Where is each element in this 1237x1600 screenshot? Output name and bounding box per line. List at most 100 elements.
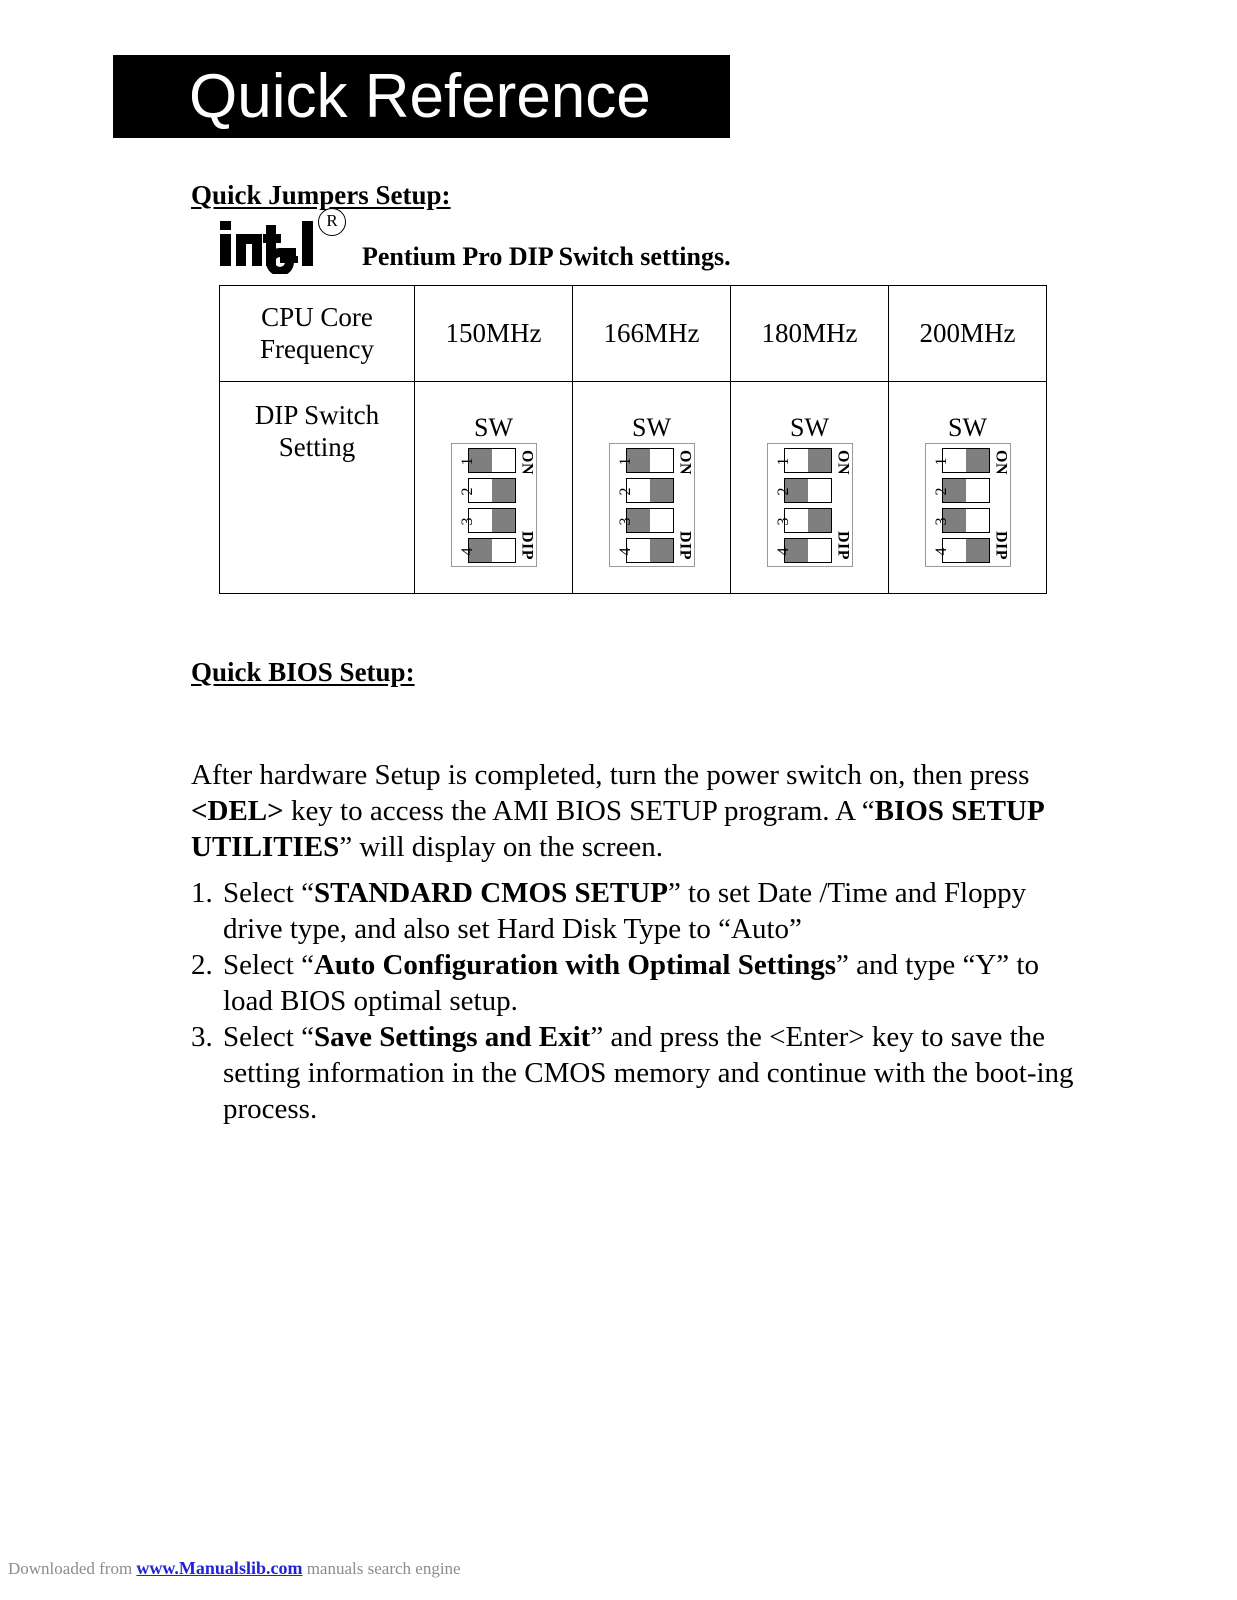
step-2-bold: Auto Configuration with Optimal Settings <box>313 949 837 981</box>
dip-half-right <box>491 448 515 472</box>
dip-on-label-166: ON <box>676 449 694 475</box>
sw-label-180: SW <box>790 412 829 442</box>
dip-half-right <box>491 509 515 533</box>
dip-half-right <box>965 448 989 472</box>
frequency-cell-150: 150MHz <box>414 285 573 382</box>
dip-switch-2: 2 <box>933 477 990 503</box>
dip-half-right <box>807 509 831 533</box>
intel-logo-icon <box>218 216 316 274</box>
dip-half-right <box>491 539 515 563</box>
dip-switch-diagram-150: SW 1 2 3 4 ON DIP <box>415 409 572 567</box>
section-heading-quick-jumpers-setup: Quick Jumpers Setup: <box>191 180 451 210</box>
dip-switch-number-1: 1 <box>458 457 476 465</box>
title-banner: Quick Reference <box>113 55 730 138</box>
footer-prefix: Downloaded from <box>8 1559 137 1578</box>
sw-label-166: SW <box>632 412 671 442</box>
step-1-bold: STANDARD CMOS SETUP <box>313 877 668 909</box>
dip-switch-4: 4 <box>617 538 674 564</box>
section-heading-quick-bios-setup: Quick BIOS Setup: <box>191 657 415 687</box>
dip-switch-number-2: 2 <box>458 487 476 496</box>
frequency-cell-180: 180MHz <box>730 285 889 382</box>
dip-switch-4: 4 <box>459 538 516 564</box>
sw-label-200: SW <box>948 412 987 442</box>
list-item: 2. Select “Auto Configuration with Optima… <box>191 947 1076 1019</box>
dip-switch-number-1: 1 <box>932 457 950 465</box>
step-3-pre: Select “ <box>223 1021 314 1053</box>
dip-switch-number-3: 3 <box>774 517 792 526</box>
dip-switch-diagram-180: SW 1 2 3 4 ON DIP <box>731 409 888 567</box>
dip-switch-1: 1 <box>459 447 516 473</box>
dip-half-right <box>649 539 673 563</box>
dip-dip-label-166: DIP <box>676 531 694 561</box>
dip-on-label-200: ON <box>992 449 1010 475</box>
dip-switch-number-4: 4 <box>932 547 950 556</box>
dip-switch-number-3: 3 <box>458 517 476 526</box>
dip-switch-number-3: 3 <box>932 517 950 526</box>
step-number-2: 2. <box>191 949 213 981</box>
dip-graphic-200: 1 2 3 4 ON DIP <box>924 442 1011 567</box>
table-row-frequency-header: CPU Core Frequency 150MHz 166MHz 180MHz … <box>219 285 1047 382</box>
step-1-pre: Select “ <box>223 877 314 909</box>
sw-label-150: SW <box>474 412 513 442</box>
dip-switch-2: 2 <box>775 477 832 503</box>
intro-bold-del: <DEL> <box>191 795 284 827</box>
step-2-pre: Select “ <box>223 949 314 981</box>
dip-on-label-180: ON <box>834 449 852 475</box>
step-number-3: 3. <box>191 1021 213 1053</box>
dip-half-right <box>807 539 831 563</box>
dip-settings-caption: Pentium Pro DIP Switch settings. <box>362 242 731 271</box>
dip-dip-label-200: DIP <box>992 531 1010 561</box>
list-item: 3. Select “Save Settings and Exit” and pr… <box>191 1019 1076 1127</box>
intro-text-part3: ” will display on the screen. <box>339 831 664 863</box>
dip-half-right <box>807 448 831 472</box>
dip-dip-label-180: DIP <box>834 531 852 561</box>
dip-dip-label-150: DIP <box>518 531 536 561</box>
dip-switch-4: 4 <box>775 538 832 564</box>
dip-graphic-180: 1 2 3 4 ON DIP <box>766 442 853 567</box>
footer: Downloaded from www.Manualslib.com manua… <box>8 1558 461 1579</box>
dip-switch-3: 3 <box>617 508 674 534</box>
dip-switch-number-1: 1 <box>774 457 792 465</box>
manualslib-link[interactable]: www.Manualslib.com <box>136 1558 302 1578</box>
dip-switch-number-4: 4 <box>458 547 476 556</box>
dip-switch-1: 1 <box>933 447 990 473</box>
dip-switch-number-4: 4 <box>616 547 634 556</box>
step-number-1: 1. <box>191 877 213 909</box>
dip-switch-diagram-166: SW 1 2 3 4 ON DIP <box>573 409 730 567</box>
dip-switch-cell-150: SW 1 2 3 4 ON DIP <box>414 381 573 594</box>
dip-switch-number-2: 2 <box>932 487 950 496</box>
dip-half-right <box>965 509 989 533</box>
dip-switch-number-2: 2 <box>616 487 634 496</box>
intel-logo-line: R Pentium Pro DIP Switch settings. <box>218 208 731 274</box>
dip-switch-number-2: 2 <box>774 487 792 496</box>
dip-switch-3: 3 <box>459 508 516 534</box>
dip-switch-cell-180: SW 1 2 3 4 ON DIP <box>730 381 889 594</box>
frequency-cell-166: 166MHz <box>572 285 731 382</box>
dip-half-right <box>491 478 515 502</box>
dip-switch-2: 2 <box>459 477 516 503</box>
dip-on-label-150: ON <box>518 449 536 475</box>
dip-graphic-166: 1 2 3 4 ON DIP <box>608 442 695 567</box>
row-label-cpu-core-frequency: CPU Core Frequency <box>219 285 415 382</box>
dip-half-right <box>649 478 673 502</box>
dip-switch-diagram-200: SW 1 2 3 4 ON DIP <box>889 409 1046 567</box>
dip-switch-3: 3 <box>775 508 832 534</box>
dip-graphic-150: 1 2 3 4 ON DIP <box>450 442 537 567</box>
footer-suffix: manuals search engine <box>302 1559 461 1578</box>
dip-half-right <box>965 539 989 563</box>
list-item: 1. Select “STANDARD CMOS SETUP” to set Da… <box>191 875 1076 947</box>
dip-switch-table: CPU Core Frequency 150MHz 166MHz 180MHz … <box>219 285 1047 594</box>
dip-half-right <box>965 478 989 502</box>
table-row-dip-switch-setting: DIP Switch Setting SW 1 2 3 4 ON DIP SW 1 2 3… <box>219 381 1047 594</box>
intro-text-part1: After hardware Setup is completed, turn … <box>191 759 1030 791</box>
dip-switch-cell-200: SW 1 2 3 4 ON DIP <box>888 381 1047 594</box>
dip-switch-number-3: 3 <box>616 517 634 526</box>
dip-half-right <box>649 448 673 472</box>
dip-switch-1: 1 <box>617 447 674 473</box>
step-3-bold: Save Settings and Exit <box>313 1021 591 1053</box>
dip-half-right <box>807 478 831 502</box>
row-label-dip-switch-setting: DIP Switch Setting <box>219 381 415 594</box>
dip-switch-4: 4 <box>933 538 990 564</box>
frequency-cell-200: 200MHz <box>888 285 1047 382</box>
registered-trademark-icon: R <box>318 208 346 236</box>
